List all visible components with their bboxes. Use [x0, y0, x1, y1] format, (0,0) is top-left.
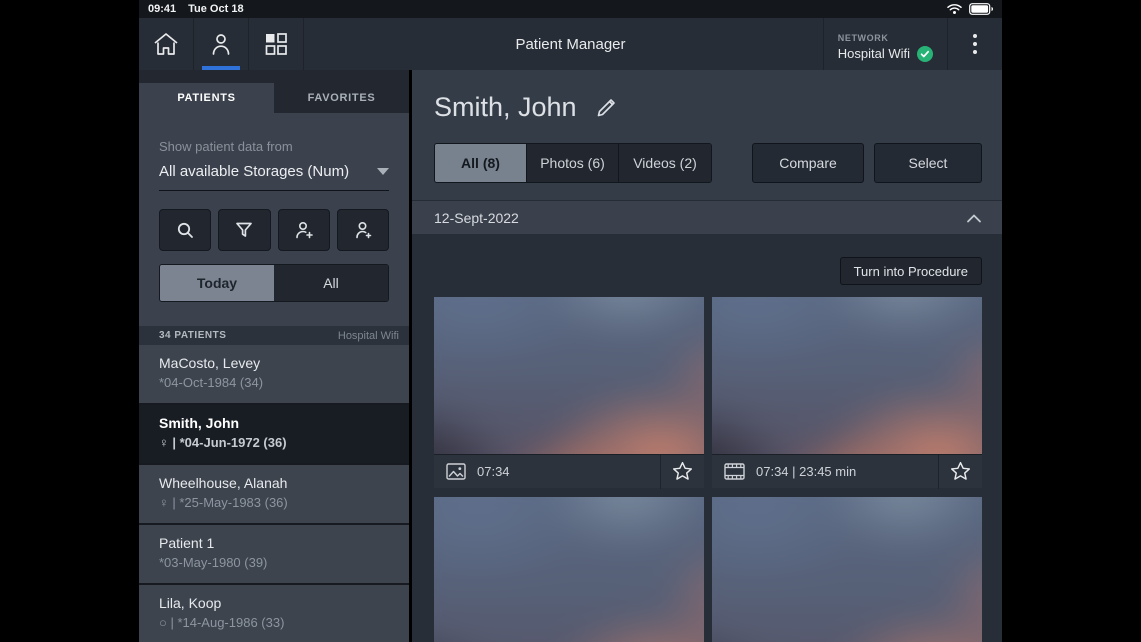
- select-button[interactable]: Select: [874, 143, 982, 183]
- media-thumbnail[interactable]: [434, 497, 704, 642]
- storage-source-label: Show patient data from: [159, 139, 293, 154]
- patient-manager-app: 09:41 Tue Oct 18 Patient Manager NETWORK…: [139, 0, 1002, 642]
- patient-count: 34 PATIENTS: [159, 330, 227, 341]
- patient-row[interactable]: Wheelhouse, Alanah ♀ | *25-May-1983 (36): [139, 465, 409, 525]
- patient-row-selected[interactable]: Smith, John ♀ | *04-Jun-1972 (36): [139, 405, 409, 465]
- patient-row[interactable]: Lila, Koop ○ | *14-Aug-1986 (33): [139, 585, 409, 642]
- date-filter-toggle: Today All: [159, 264, 389, 302]
- network-name: Hospital Wifi: [837, 46, 910, 61]
- apps-grid-icon: [263, 31, 289, 57]
- patient-details: ○ | *14-Aug-1986 (33): [159, 615, 285, 630]
- chevron-up-icon: [966, 213, 982, 223]
- tab-patients[interactable]: PATIENTS: [139, 83, 274, 113]
- star-icon: [950, 461, 971, 480]
- patient-details: *04-Oct-1984 (34): [159, 375, 264, 390]
- add-patient-button[interactable]: [277, 209, 330, 251]
- network-connected-icon: [917, 45, 933, 62]
- patient-count-bar: 34 PATIENTS Hospital Wifi: [139, 326, 409, 345]
- nav-home-button[interactable]: [139, 18, 194, 70]
- media-card-footer: 07:34 | 23:45 min: [712, 454, 982, 489]
- network-label: NETWORK: [837, 32, 889, 43]
- patient-sidebar: PATIENTS FAVORITES Show patient data fro…: [139, 70, 409, 642]
- patient-list: MaCosto, Levey *04-Oct-1984 (34) Smith, …: [139, 345, 409, 642]
- tab-videos[interactable]: Videos (2): [619, 144, 711, 182]
- edit-patient-button[interactable]: [594, 96, 618, 120]
- media-card-photo[interactable]: 07:34: [434, 297, 704, 489]
- media-timestamp: 07:34 | 23:45 min: [756, 464, 857, 479]
- media-card-footer: 07:34: [434, 454, 704, 489]
- app-header: Patient Manager NETWORK Hospital Wifi: [139, 18, 1002, 70]
- star-icon: [672, 461, 693, 480]
- screen: 09:41 Tue Oct 18 Patient Manager NETWORK…: [0, 0, 1141, 642]
- patient-name: Smith, John: [159, 415, 240, 431]
- media-card-video[interactable]: 07:34 | 23:45 min: [712, 297, 982, 489]
- media-card-partial[interactable]: [434, 497, 704, 642]
- media-section: Turn into Procedure 07:34 07:34 | 23:45 …: [412, 234, 1002, 642]
- compare-button[interactable]: Compare: [752, 143, 864, 183]
- kebab-menu-icon: [973, 34, 977, 54]
- home-icon: [152, 31, 180, 57]
- nav-apps-button[interactable]: [249, 18, 304, 70]
- chevron-down-icon: [377, 168, 389, 175]
- status-bar: 09:41 Tue Oct 18: [139, 0, 1002, 18]
- battery-icon: [969, 3, 993, 15]
- patient-row[interactable]: Patient 1 *03-May-1980 (39): [139, 525, 409, 585]
- patient-name: Patient 1: [159, 535, 215, 551]
- storage-source-dropdown[interactable]: All available Storages (Num): [159, 163, 389, 191]
- filter-all-button[interactable]: All: [274, 265, 388, 301]
- date-section-header[interactable]: 12-Sept-2022: [412, 200, 1002, 234]
- add-emergency-patient-button[interactable]: [336, 209, 389, 251]
- favorite-toggle[interactable]: [938, 454, 982, 489]
- tab-all[interactable]: All (8): [435, 144, 527, 182]
- patient-title: Smith, John: [434, 92, 577, 122]
- clock: 09:41: [148, 3, 177, 15]
- patients-icon: [208, 31, 234, 57]
- network-status[interactable]: NETWORK Hospital Wifi: [822, 18, 947, 70]
- person-add-icon: [293, 219, 315, 241]
- turn-into-procedure-button[interactable]: Turn into Procedure: [839, 257, 982, 285]
- section-date: 12-Sept-2022: [434, 209, 519, 226]
- media-thumbnail[interactable]: [434, 297, 704, 454]
- media-thumbnail[interactable]: [712, 497, 982, 642]
- patient-name: Wheelhouse, Alanah: [159, 475, 288, 491]
- tab-favorites[interactable]: FAVORITES: [274, 83, 409, 113]
- patient-name: MaCosto, Levey: [159, 355, 261, 371]
- tab-photos[interactable]: Photos (6): [527, 144, 619, 182]
- filter-today-button[interactable]: Today: [160, 265, 274, 301]
- patient-name: Lila, Koop: [159, 595, 222, 611]
- favorite-toggle[interactable]: [660, 454, 704, 489]
- search-icon: [174, 219, 196, 241]
- patient-detail-panel: Smith, John All (8) Photos (6) Videos (2…: [412, 70, 1002, 642]
- patient-details: *03-May-1980 (39): [159, 555, 268, 570]
- filter-icon: [233, 219, 255, 241]
- patient-details: ♀ | *04-Jun-1972 (36): [159, 435, 287, 450]
- sidebar-tab-bar: PATIENTS FAVORITES: [139, 70, 409, 113]
- media-card-partial[interactable]: [712, 497, 982, 642]
- network-status-text: Hospital Wifi: [337, 329, 399, 342]
- wifi-icon: [947, 3, 962, 15]
- nav-patients-button[interactable]: [194, 18, 249, 70]
- media-grid: 07:34 07:34 | 23:45 min: [434, 297, 982, 642]
- photo-icon: [446, 463, 466, 480]
- media-timestamp: 07:34: [477, 464, 510, 479]
- media-tab-bar: All (8) Photos (6) Videos (2): [434, 143, 712, 183]
- media-controls: All (8) Photos (6) Videos (2) Compare Se…: [412, 123, 1002, 183]
- patient-toolbar: [139, 191, 409, 251]
- media-thumbnail[interactable]: [712, 297, 982, 454]
- status-date: Tue Oct 18: [188, 3, 244, 15]
- storage-source-value: All available Storages (Num): [159, 163, 350, 180]
- search-patients-button[interactable]: [159, 209, 212, 251]
- patient-row[interactable]: MaCosto, Levey *04-Oct-1984 (34): [139, 345, 409, 405]
- overflow-menu-button[interactable]: [947, 18, 1002, 70]
- person-add-alt-icon: [352, 219, 374, 241]
- filter-patients-button[interactable]: [218, 209, 271, 251]
- patient-details: ♀ | *25-May-1983 (36): [159, 495, 288, 510]
- video-icon: [724, 463, 745, 480]
